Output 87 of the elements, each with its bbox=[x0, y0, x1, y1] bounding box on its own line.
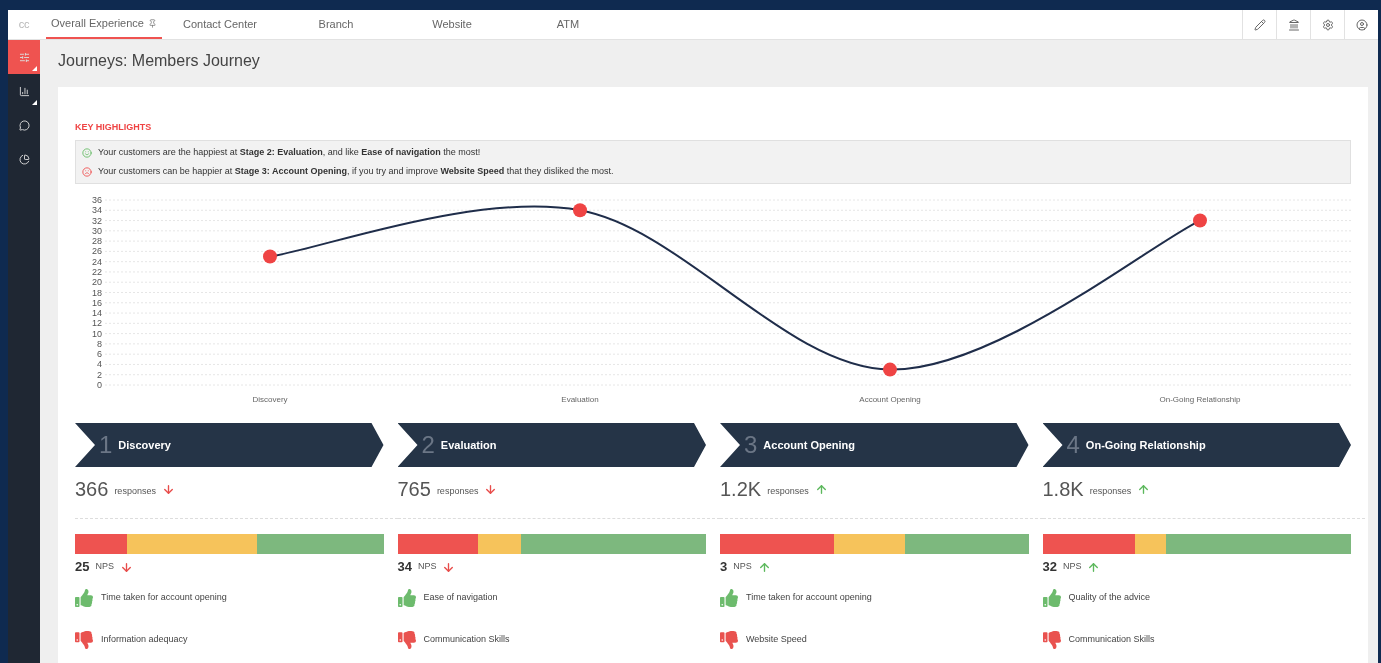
stage-name: On-Going Relationship bbox=[1085, 437, 1206, 453]
y-axis-label: 24 bbox=[92, 256, 102, 267]
y-axis-label: 10 bbox=[92, 328, 102, 339]
tab[interactable]: Contact Center bbox=[162, 10, 278, 39]
data-point[interactable] bbox=[1193, 213, 1207, 228]
nps-label: NPS bbox=[733, 560, 752, 574]
nps-label: NPS bbox=[95, 560, 114, 574]
responses-label: responses bbox=[436, 484, 479, 498]
y-axis-label: 14 bbox=[92, 308, 102, 319]
thumbs-up-icon bbox=[75, 589, 93, 607]
y-axis-label: 26 bbox=[92, 246, 102, 257]
y-axis-label: 8 bbox=[97, 338, 102, 349]
x-axis-label: Discovery bbox=[252, 395, 288, 404]
response-count: 765 bbox=[397, 477, 431, 502]
stage-name: Discovery bbox=[118, 437, 171, 453]
disliked-attribute: Communication Skills bbox=[423, 633, 510, 647]
y-axis-label: 16 bbox=[92, 297, 102, 308]
thumbs-down-icon bbox=[75, 631, 93, 649]
stage-number: 3 bbox=[744, 433, 758, 457]
section-title: KEY HIGHLIGHTS bbox=[75, 121, 153, 133]
y-axis-label: 30 bbox=[92, 225, 102, 236]
y-axis-label: 36 bbox=[92, 195, 102, 205]
stage-number: 2 bbox=[421, 433, 435, 457]
chat-icon bbox=[18, 119, 30, 131]
y-axis-label: 22 bbox=[92, 266, 102, 277]
y-axis-label: 12 bbox=[92, 318, 102, 329]
stage-number: 4 bbox=[1066, 433, 1080, 457]
nps-label: NPS bbox=[1062, 560, 1082, 574]
y-axis-label: 18 bbox=[92, 287, 102, 298]
nps-value: 34 bbox=[397, 558, 412, 577]
y-axis-label: 4 bbox=[97, 359, 102, 370]
filter-icon bbox=[18, 51, 30, 63]
highlight-text: Your customers are the happiest at Stage 2: Evaluation, and like Ease of navigation the most! bbox=[98, 145, 481, 159]
stage-name: Evaluation bbox=[440, 437, 497, 453]
y-axis-label: 32 bbox=[92, 215, 102, 226]
submenu-corner-icon bbox=[32, 100, 37, 105]
tab[interactable]: ATM bbox=[510, 10, 626, 39]
thumbs-down-icon bbox=[720, 631, 738, 649]
y-axis-label: 20 bbox=[92, 277, 102, 288]
thumbs-up-icon bbox=[1042, 589, 1061, 607]
thumbs-up-icon bbox=[720, 589, 738, 607]
pencil-icon bbox=[1253, 18, 1266, 31]
highlight-text: Your customers can be happier at Stage 3: Account Opening, if you try and improve Website Speed that they disliked the most. bbox=[98, 164, 614, 178]
nps-value: 25 bbox=[75, 558, 90, 577]
liked-attribute: Time taken for account opening bbox=[101, 591, 227, 605]
disliked-attribute: Website Speed bbox=[746, 633, 807, 647]
nps-value: 32 bbox=[1042, 558, 1057, 577]
pie-chart-icon bbox=[18, 153, 30, 165]
page-title: Journeys: Members Journey bbox=[58, 51, 261, 71]
y-axis-label: 0 bbox=[97, 380, 102, 390]
response-count: 366 bbox=[75, 477, 109, 502]
x-axis-label: Account Opening bbox=[859, 395, 921, 404]
submenu-corner-icon bbox=[32, 66, 37, 71]
disliked-attribute: Communication Skills bbox=[1068, 633, 1155, 647]
x-axis-label: Evaluation bbox=[561, 395, 599, 404]
nps-value: 3 bbox=[720, 558, 728, 577]
data-point[interactable] bbox=[883, 362, 897, 377]
bar-chart-icon bbox=[18, 85, 30, 97]
disliked-attribute: Information adequacy bbox=[101, 633, 188, 647]
logo: cc bbox=[18, 17, 30, 33]
y-axis-label: 34 bbox=[92, 205, 102, 216]
user-icon bbox=[1355, 18, 1368, 31]
response-count: 1.8K bbox=[1042, 477, 1084, 502]
liked-attribute: Quality of the advice bbox=[1068, 591, 1151, 605]
liked-attribute: Time taken for account opening bbox=[746, 591, 872, 605]
y-axis-label: 28 bbox=[92, 236, 102, 247]
responses-label: responses bbox=[767, 484, 809, 498]
thumbs-down-icon bbox=[397, 631, 416, 649]
response-count: 1.2K bbox=[720, 477, 762, 502]
y-axis-label: 6 bbox=[97, 349, 102, 360]
y-axis-label: 2 bbox=[97, 369, 102, 380]
tab[interactable]: Website bbox=[394, 10, 510, 39]
liked-attribute: Ease of navigation bbox=[423, 591, 498, 605]
data-point[interactable] bbox=[263, 249, 277, 264]
nps-label: NPS bbox=[417, 560, 437, 574]
data-point[interactable] bbox=[573, 203, 587, 218]
x-axis-label: On-Going Relationship bbox=[1159, 395, 1241, 404]
bank-icon bbox=[1287, 18, 1300, 31]
settings-icon bbox=[1321, 18, 1334, 31]
stage-number: 1 bbox=[99, 433, 113, 457]
tab[interactable]: Branch bbox=[278, 10, 394, 39]
responses-label: responses bbox=[114, 484, 156, 498]
thumbs-down-icon bbox=[1042, 631, 1061, 649]
responses-label: responses bbox=[1089, 484, 1132, 498]
tab[interactable]: Overall Experience bbox=[46, 10, 162, 39]
thumbs-up-icon bbox=[397, 589, 416, 607]
stage-name: Account Opening bbox=[763, 437, 856, 453]
